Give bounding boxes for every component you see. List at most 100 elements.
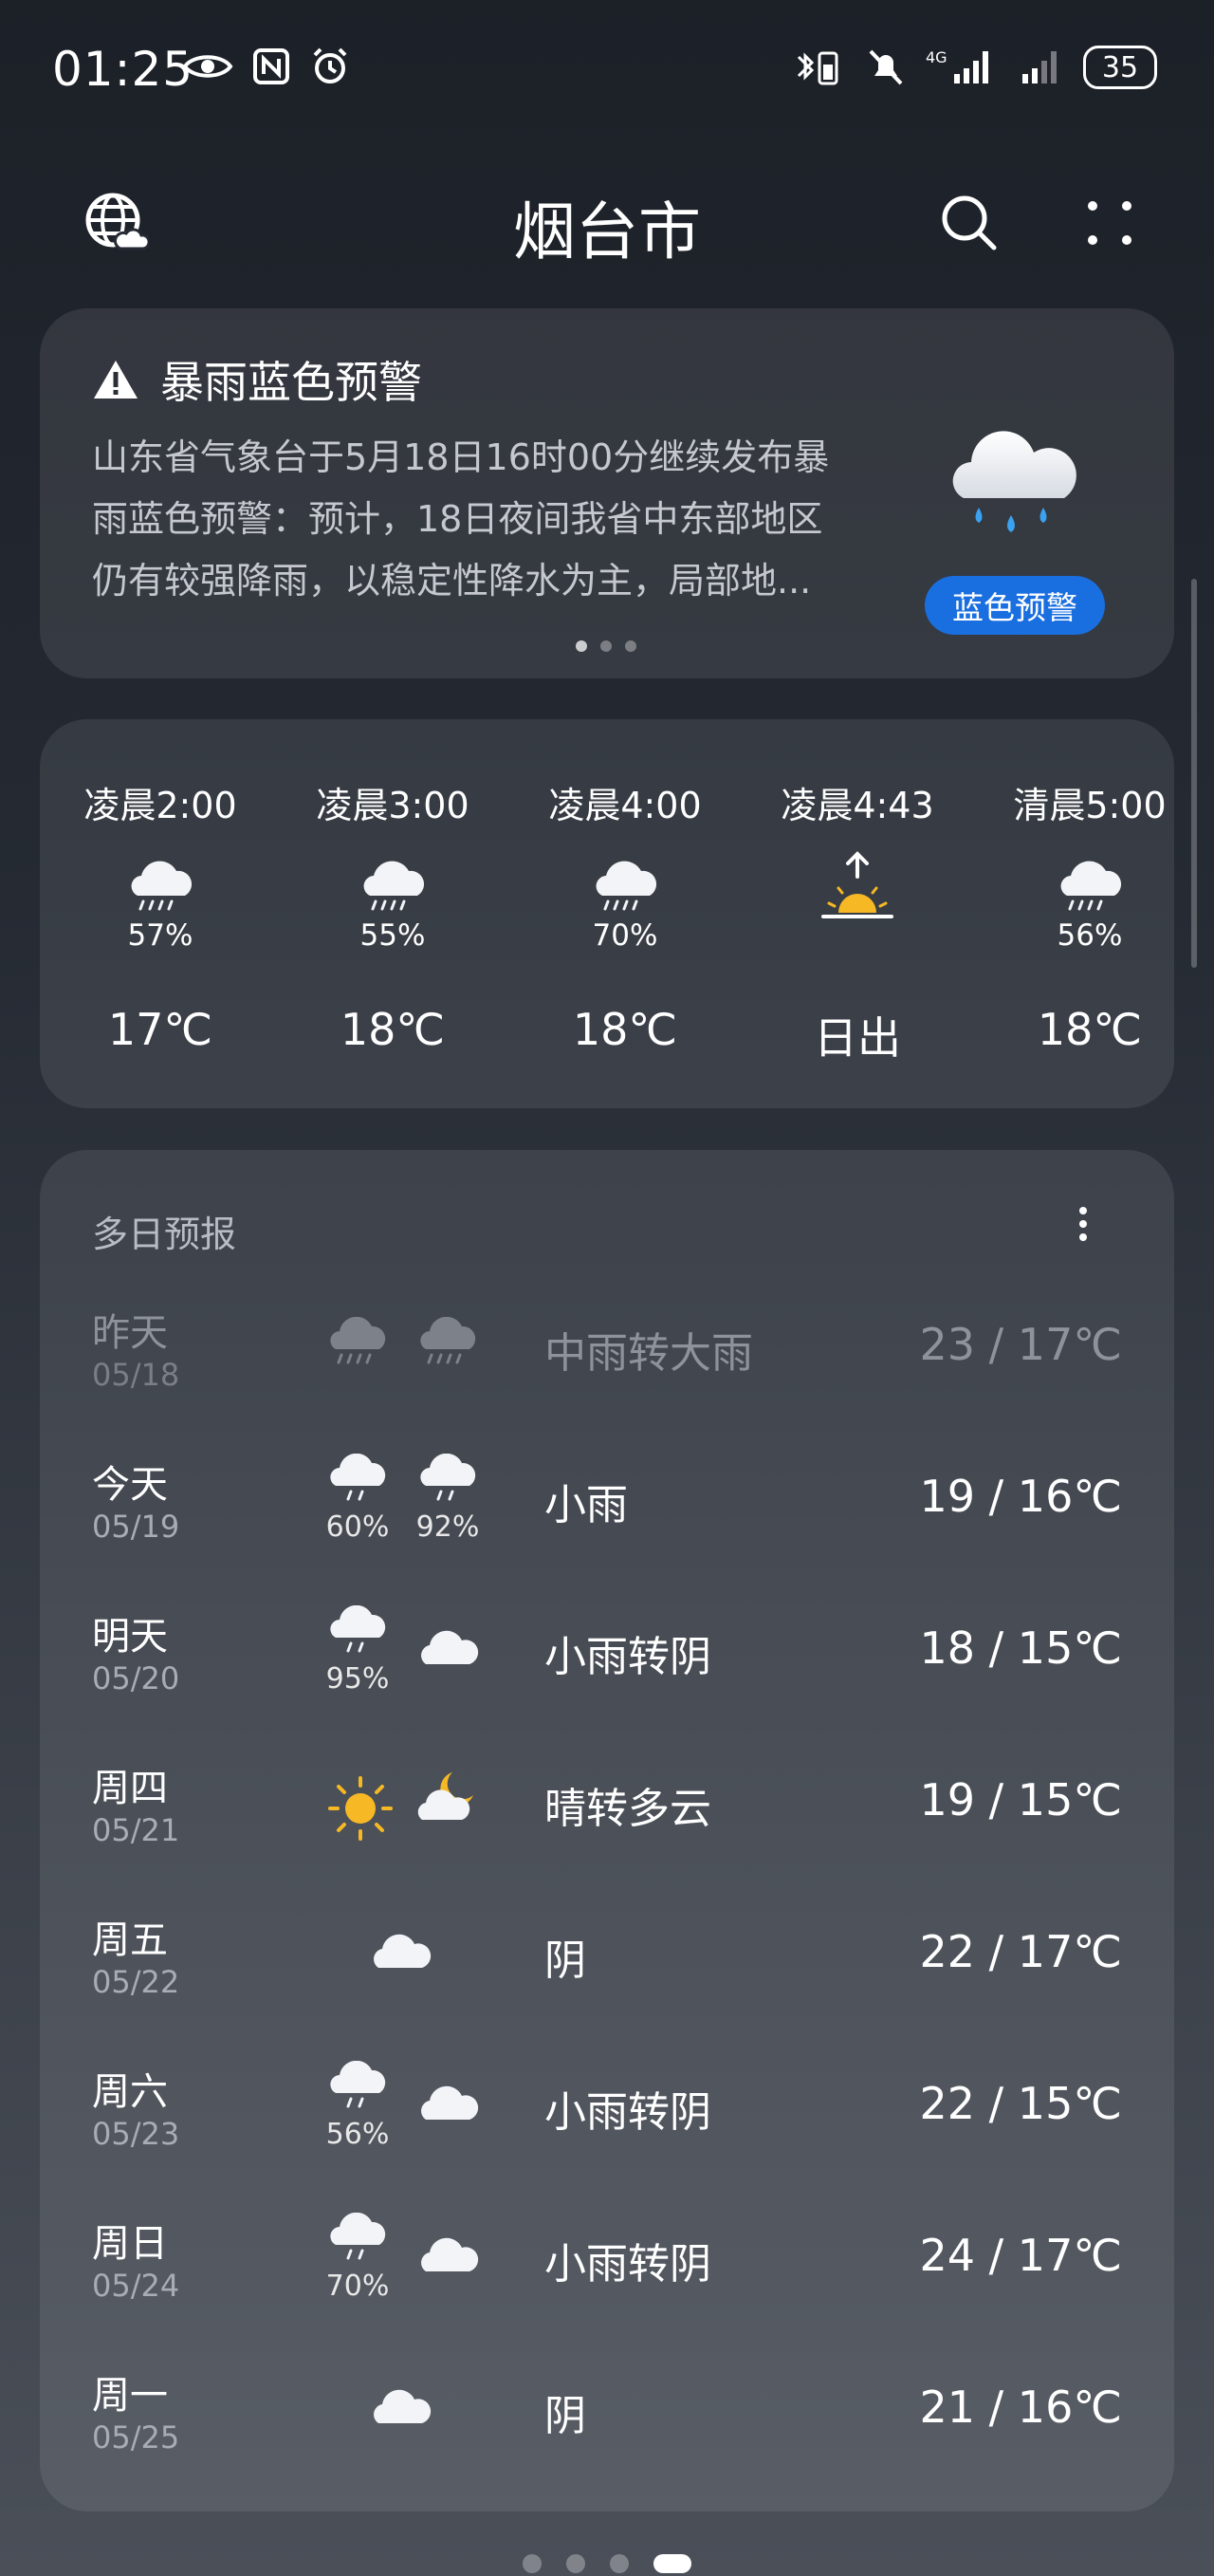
day-weather-desc: 小雨转阴	[544, 2088, 711, 2137]
daily-more-button[interactable]	[1064, 1195, 1102, 1252]
daily-row[interactable]: 今天 05/19 60% 92% 小雨 19 / 16℃	[40, 1435, 1174, 1586]
battery-indicator: 35	[1083, 46, 1157, 89]
daily-row[interactable]: 周五 05/22 阴 22 / 17℃	[40, 1890, 1174, 2042]
light-rain-icon	[330, 1454, 386, 1501]
day-date: 05/19	[92, 1509, 180, 1545]
day-date: 05/24	[92, 2268, 180, 2304]
light-rain-icon	[330, 2213, 386, 2260]
signal-4g-icon: 4G	[926, 48, 988, 83]
day-name: 周一	[92, 2374, 168, 2418]
mute-bell-icon	[869, 49, 903, 85]
daily-row[interactable]: 周六 05/23 56% 小雨转阴 22 / 15℃	[40, 2042, 1174, 2194]
alarm-icon	[313, 47, 347, 83]
sunrise-icon	[821, 851, 893, 918]
day-precip: 70%	[325, 2270, 390, 2303]
hourly-time: 凌晨4:00	[548, 785, 702, 826]
warning-description: 山东省气象台于5月18日16时00分继续发布暴 雨蓝色预警：预计，18日夜间我省…	[92, 427, 908, 612]
bluetooth-battery-icon	[797, 51, 838, 85]
weather-screen: 01:25 4G 35 烟台市 暴雨蓝色预警 山东省气象台于5月18日16时00…	[0, 0, 1214, 2576]
hourly-precip: 57%	[127, 918, 193, 953]
daily-row[interactable]: 明天 05/20 95% 小雨转阴 18 / 15℃	[40, 1586, 1174, 1738]
pager-dot-active[interactable]	[653, 2554, 691, 2573]
day-precip: 60%	[325, 1510, 390, 1544]
day-precip: 95%	[325, 1662, 390, 1696]
day-date: 05/21	[92, 1812, 180, 1848]
hourly-temp: 18℃	[340, 1004, 446, 1055]
hourly-item: 凌晨2:00 57% 17℃	[65, 719, 255, 1108]
heavy-rain-icon	[330, 1317, 386, 1364]
warning-page-dots	[576, 640, 636, 652]
pager-dot[interactable]	[610, 2554, 629, 2573]
day-precip: 92%	[415, 1510, 480, 1544]
hourly-item: 凌晨4:00 70% 18℃	[530, 719, 720, 1108]
search-button[interactable]	[931, 185, 1007, 261]
day-temp-range: 19 / 15℃	[919, 1774, 1122, 1825]
signal-weak-icon	[1022, 51, 1057, 83]
daily-row[interactable]: 昨天 05/18 中雨转大雨 23 / 17℃	[40, 1283, 1174, 1435]
cloudy-icon	[374, 1934, 432, 1968]
page-dot	[576, 640, 587, 652]
day-name: 周五	[92, 1918, 168, 1962]
hourly-forecast-card[interactable]: 凌晨2:00 57% 17℃ 凌晨3:00 55% 18℃ 凌晨4:00 70%	[40, 719, 1174, 1108]
daily-forecast-card: 多日预报 昨天 05/18 中雨转大雨 23 / 17℃ 今天 05/19 60…	[40, 1150, 1174, 2511]
warning-line: 山东省气象台于5月18日16时00分继续发布暴	[92, 436, 830, 478]
cloudy-icon	[421, 2237, 479, 2271]
status-time: 01:25	[52, 42, 194, 97]
day-name: 明天	[92, 1615, 168, 1659]
day-date: 05/20	[92, 1660, 180, 1696]
day-name: 今天	[92, 1463, 168, 1507]
scrollbar[interactable]	[1191, 579, 1197, 968]
day-weather-desc: 阴	[544, 1937, 586, 1985]
hourly-time: 凌晨4:43	[781, 785, 934, 826]
daily-row[interactable]: 周日 05/24 70% 小雨转阴 24 / 17℃	[40, 2194, 1174, 2345]
page-dot	[625, 640, 636, 652]
moon-cloud-icon	[417, 1772, 473, 1820]
hourly-item: 凌晨4:43 日出	[763, 719, 952, 1108]
pager-dot[interactable]	[566, 2554, 585, 2573]
day-temp-range: 22 / 15℃	[919, 2078, 1122, 2129]
rain-cloud-icon	[1060, 861, 1122, 911]
app-header: 烟台市	[0, 166, 1214, 270]
day-weather-desc: 小雨转阴	[544, 1633, 711, 1681]
daily-row[interactable]: 周一 05/25 阴 21 / 16℃	[40, 2345, 1174, 2497]
hourly-temp: 18℃	[1037, 1004, 1143, 1055]
daily-row[interactable]: 周四 05/21 晴转多云 19 / 15℃	[40, 1738, 1174, 1890]
day-temp-range: 24 / 17℃	[919, 2230, 1122, 2281]
day-weather-desc: 中雨转大雨	[544, 1329, 753, 1378]
hourly-precip: 56%	[1057, 918, 1123, 953]
sun-icon	[328, 1776, 393, 1841]
more-dots-icon	[1088, 201, 1131, 245]
day-temp-range: 19 / 16℃	[919, 1471, 1122, 1522]
day-name: 周四	[92, 1767, 168, 1810]
hourly-precip: 55%	[359, 918, 426, 953]
warning-line: 雨蓝色预警：预计，18日夜间我省中东部地区	[92, 498, 823, 540]
rain-cloud-icon	[131, 861, 193, 911]
warning-title: 暴雨蓝色预警	[92, 348, 422, 411]
day-temp-range: 21 / 16℃	[919, 2381, 1122, 2433]
light-rain-icon	[330, 2061, 386, 2108]
rain-cloud-icon	[363, 861, 425, 911]
pager-dot[interactable]	[523, 2554, 542, 2573]
hourly-temp: 18℃	[572, 1004, 678, 1055]
warning-line: 仍有较强降雨，以稳定性降水为主，局部地...	[92, 560, 812, 602]
nfc-icon	[253, 48, 289, 84]
more-menu-button[interactable]	[1072, 185, 1148, 261]
day-weather-desc: 小雨转阴	[544, 2240, 711, 2289]
status-icons-right: 4G 35	[793, 46, 1157, 89]
hourly-temp: 17℃	[107, 1004, 213, 1055]
status-bar: 01:25 4G 35	[0, 0, 1214, 142]
day-date: 05/22	[92, 1964, 180, 2000]
hourly-temp: 日出	[814, 1012, 901, 1064]
city-pager-dots[interactable]	[0, 2554, 1214, 2573]
eye-icon	[182, 55, 233, 78]
day-name: 周日	[92, 2222, 168, 2266]
city-title: 烟台市	[513, 195, 701, 269]
vertical-dots-icon	[1079, 1207, 1087, 1241]
cloudy-icon	[374, 2389, 432, 2423]
day-name: 昨天	[92, 1311, 168, 1355]
day-temp-range: 18 / 15℃	[919, 1622, 1122, 1674]
warning-level-badge: 蓝色预警	[925, 576, 1105, 635]
page-dot	[600, 640, 612, 652]
day-weather-desc: 阴	[544, 2392, 586, 2440]
weather-warning-card[interactable]: 暴雨蓝色预警 山东省气象台于5月18日16时00分继续发布暴 雨蓝色预警：预计，…	[40, 308, 1174, 678]
